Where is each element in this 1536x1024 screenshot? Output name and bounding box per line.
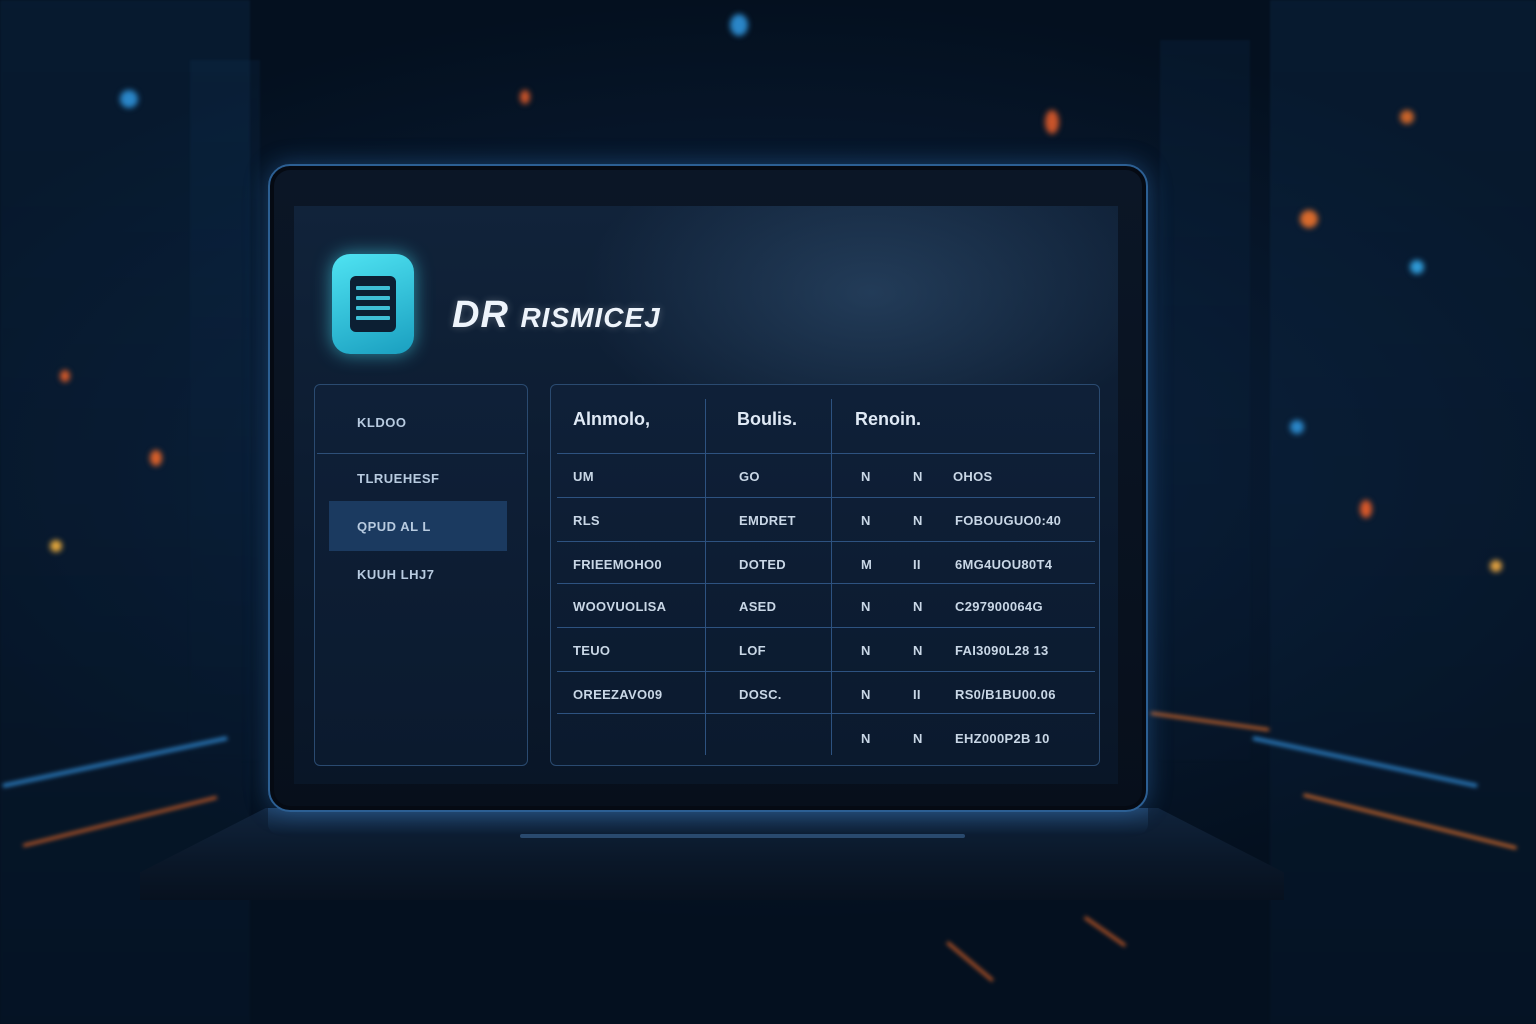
sidebar-divider (317, 453, 525, 454)
table-cell: FAI3090L28 13 (955, 643, 1049, 658)
table-cell: N (913, 599, 923, 614)
table-cell: LOF (739, 643, 766, 658)
sidebar-item-label: KUUH LHJ7 (357, 566, 435, 582)
table-cell: M (861, 557, 873, 572)
table-cell: N (861, 513, 871, 528)
sidebar-item-label: QPUD AL L (357, 518, 431, 534)
table-cell: FOBOUGUO0:40 (955, 513, 1062, 528)
sidebar-item-3-active[interactable]: QPUD AL L (329, 501, 507, 551)
sidebar: KLDOO TLRUEHESF QPUD AL L KUUH LHJ7 (314, 384, 528, 766)
table-cell: EHZ000P2B 10 (955, 731, 1050, 746)
table-cell: N (861, 599, 871, 614)
app-logo-icon[interactable] (332, 254, 414, 354)
table-cell: OHOS (953, 469, 993, 484)
table-cell: OREEZAVO09 (573, 687, 663, 702)
sidebar-item-1[interactable]: KLDOO (329, 399, 507, 445)
table-cell: 6MG4UOU80T4 (955, 557, 1053, 572)
table-cell: C297900064G (955, 599, 1043, 614)
table-cell: DOSC. (739, 687, 782, 702)
table-cell: N (861, 643, 871, 658)
table-cell: N (913, 513, 923, 528)
app-title-rest: RISMICEJ (520, 302, 661, 333)
sidebar-item-2[interactable]: TLRUEHESF (329, 455, 507, 501)
table-cell: RS0/B1BU00.06 (955, 687, 1056, 702)
table-cell: ASED (739, 599, 777, 614)
sidebar-item-label: TLRUEHESF (357, 470, 440, 486)
data-table: Alnmolo, Boulis. Renoin. UM GO N N OHOS … (550, 384, 1100, 766)
table-cell: II (913, 687, 921, 702)
table-cell: GO (739, 469, 760, 484)
table-cell: N (861, 469, 871, 484)
app-title-main: DR (452, 294, 509, 336)
column-header-2[interactable]: Boulis. (737, 409, 797, 430)
table-cell: N (861, 731, 871, 746)
table-cell: DOTED (739, 557, 786, 572)
table-cell: UM (573, 469, 594, 484)
sidebar-item-label: KLDOO (357, 414, 407, 430)
column-header-1[interactable]: Alnmolo, (573, 409, 650, 430)
sidebar-item-4[interactable]: KUUH LHJ7 (329, 551, 507, 597)
table-cell: EMDRET (739, 513, 796, 528)
table-cell: FRIEEMOHO0 (573, 557, 662, 572)
table-cell: N (913, 731, 923, 746)
table-cell: N (913, 643, 923, 658)
table-cell: WOOVUOLISA (573, 599, 667, 614)
table-cell: N (861, 687, 871, 702)
table-cell: N (913, 469, 923, 484)
column-header-3[interactable]: Renoin. (855, 409, 921, 430)
laptop-hinge (520, 834, 965, 838)
table-cell: II (913, 557, 921, 572)
app-title: DR RISMICEJ (452, 294, 661, 337)
table-cell: TEUO (573, 643, 611, 658)
table-cell: RLS (573, 513, 600, 528)
